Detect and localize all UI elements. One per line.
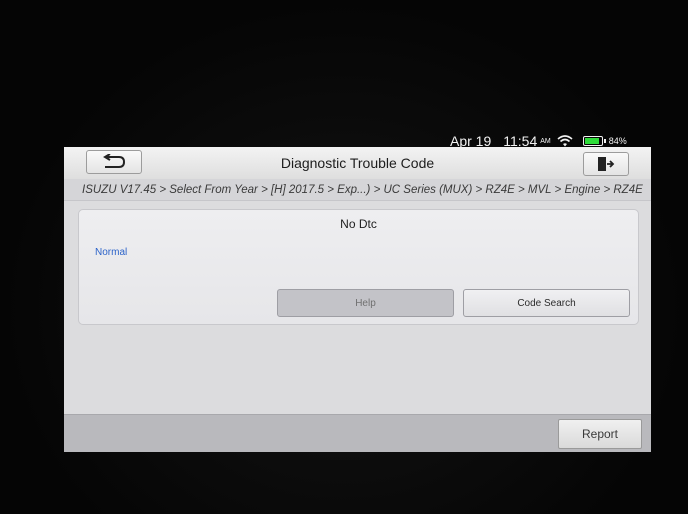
app-screen: Diagnostic Trouble Code ISUZU V17.45 > S…: [64, 147, 651, 452]
exit-door-icon: [598, 157, 615, 171]
dtc-status: Normal: [95, 247, 128, 258]
dtc-result-panel: No Dtc Normal Help Code Search: [78, 209, 639, 325]
help-button[interactable]: Help: [277, 289, 454, 317]
exit-button[interactable]: [583, 152, 629, 176]
page-title: Diagnostic Trouble Code: [280, 155, 435, 171]
status-ampm: AM: [540, 137, 551, 145]
title-bar: Diagnostic Trouble Code: [64, 147, 651, 180]
dtc-message: No Dtc: [340, 217, 377, 231]
report-button[interactable]: Report: [558, 419, 642, 449]
bottom-toolbar: Report: [64, 414, 651, 452]
battery-percent: 84%: [608, 136, 627, 146]
breadcrumb: ISUZU V17.45 > Select From Year > [H] 20…: [64, 179, 651, 201]
code-search-button[interactable]: Code Search: [463, 289, 630, 317]
battery-icon: [582, 136, 606, 146]
wifi-icon: [557, 135, 573, 147]
